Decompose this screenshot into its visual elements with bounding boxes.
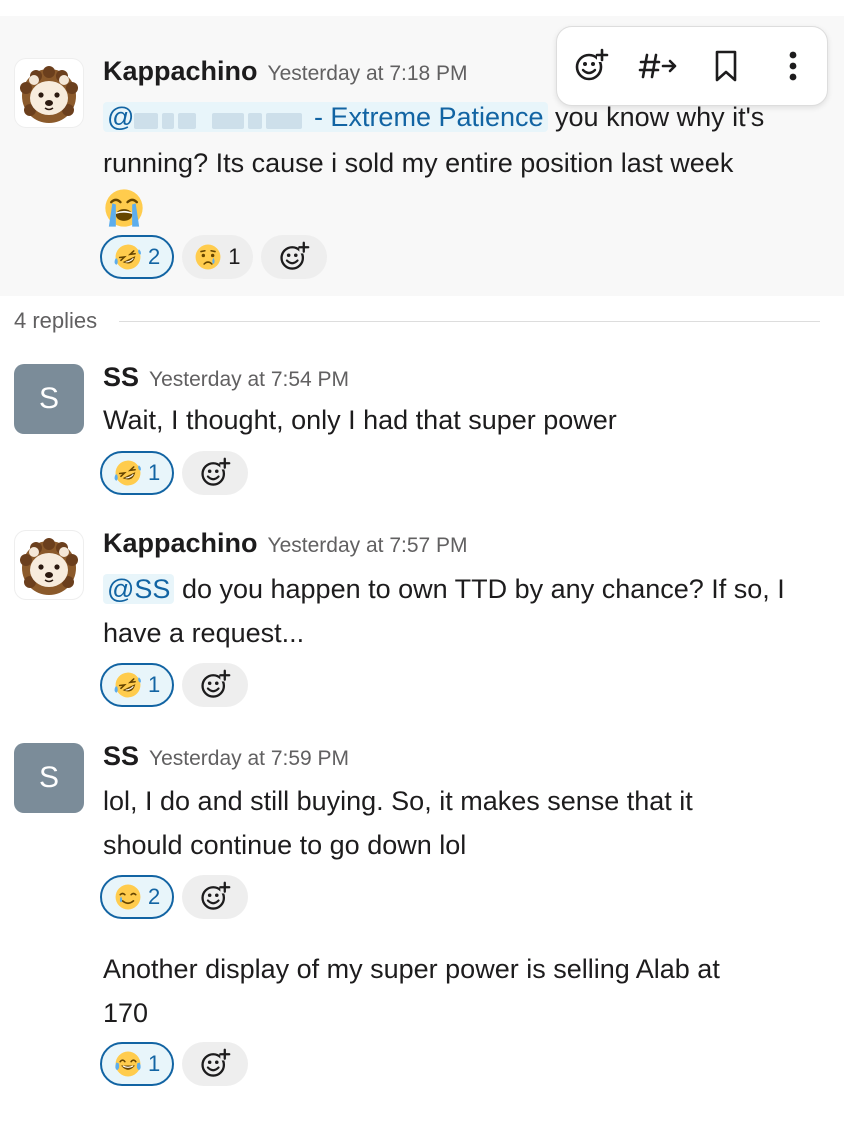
avatar-ss[interactable]: S [14, 364, 84, 434]
face-with-tears-of-joy-icon [114, 1050, 142, 1078]
user-mention[interactable]: @SS [103, 574, 175, 604]
user-mention[interactable]: @ - Extreme Patience [103, 102, 548, 132]
author-name[interactable]: SS [103, 362, 139, 392]
add-reaction-button[interactable] [569, 44, 613, 88]
reply-header: SS Yesterday at 7:59 PM [103, 741, 349, 772]
sob-emoji-icon [103, 187, 145, 229]
reply-in-thread-button[interactable] [636, 44, 680, 88]
add-reaction-button[interactable] [182, 1042, 249, 1086]
lion-avatar-icon [14, 58, 84, 128]
reaction-count: 2 [148, 244, 161, 269]
reaction-bar: 2 [100, 875, 249, 919]
rolling-on-floor-laughing-icon [114, 671, 142, 699]
reply-text: @SS do you happen to own TTD by any chan… [103, 567, 833, 655]
add-reaction-icon [199, 457, 231, 489]
avatar-letter: S [38, 761, 59, 794]
reply-in-thread-icon [638, 53, 677, 79]
text-line: have a request... [103, 618, 305, 648]
reaction-smiling-face-with-tear[interactable]: 2 [100, 875, 175, 919]
avatar-kappachino[interactable] [14, 58, 84, 128]
reply-header: SS Yesterday at 7:54 PM [103, 362, 349, 393]
parent-message-text: @ - Extreme Patience you know why it's r… [103, 95, 833, 229]
replies-divider: 4 replies [14, 308, 820, 334]
timestamp[interactable]: Yesterday at 7:57 PM [268, 534, 468, 557]
author-name[interactable]: Kappachino [103, 528, 258, 558]
timestamp[interactable]: Yesterday at 7:54 PM [149, 368, 349, 391]
crying-face-icon [194, 243, 222, 271]
message-actions-toolbar [556, 26, 828, 106]
reaction-count: 1 [148, 672, 161, 697]
save-for-later-button[interactable] [704, 44, 748, 88]
text-line: running? Its cause i sold my entire posi… [103, 147, 734, 178]
text-line: 170 [103, 998, 149, 1028]
mention-prefix: @ [107, 102, 135, 132]
reaction-count: 2 [148, 884, 161, 909]
reaction-bar: 1 [100, 663, 249, 707]
reaction-count: 1 [148, 1051, 161, 1076]
redacted-name [134, 97, 306, 141]
reaction-face-with-tears-of-joy[interactable]: 1 [100, 1042, 175, 1086]
timestamp[interactable]: Yesterday at 7:18 PM [268, 62, 468, 85]
timestamp[interactable]: Yesterday at 7:59 PM [149, 747, 349, 770]
text-line: Wait, I thought, only I had that super p… [103, 405, 617, 435]
add-reaction-icon [199, 1048, 231, 1080]
add-reaction-icon [199, 881, 231, 913]
add-reaction-button[interactable] [260, 235, 327, 279]
add-reaction-icon [575, 48, 609, 81]
text-line: lol, I do and still buying. So, it makes… [103, 786, 693, 816]
reaction-count: 1 [228, 244, 241, 269]
lion-avatar-icon [14, 530, 84, 600]
smiling-face-with-tear-icon [114, 883, 142, 911]
reaction-crying-face[interactable]: 1 [182, 235, 253, 279]
reply-text: lol, I do and still buying. So, it makes… [103, 779, 833, 867]
followup-message-text: Another display of my super power is sel… [103, 947, 833, 1035]
reaction-rolling-on-floor-laughing[interactable]: 1 [100, 451, 175, 495]
mention-suffix: - Extreme Patience [313, 102, 544, 132]
add-reaction-icon [278, 241, 310, 273]
reaction-bar: 1 [100, 1042, 249, 1086]
author-name[interactable]: Kappachino [103, 56, 258, 86]
reply-text: Wait, I thought, only I had that super p… [103, 398, 833, 442]
reaction-bar: 1 [100, 451, 249, 495]
reaction-rolling-on-floor-laughing[interactable]: 1 [100, 663, 175, 707]
avatar-ss[interactable]: S [14, 743, 84, 813]
parent-message-header: Kappachino Yesterday at 7:18 PM [103, 56, 468, 87]
replies-count: 4 replies [14, 308, 98, 333]
add-reaction-button[interactable] [182, 875, 249, 919]
text-line: you know why it's [547, 102, 765, 132]
text-line: Another display of my super power is sel… [103, 954, 720, 984]
reaction-count: 1 [148, 460, 161, 485]
more-actions-button[interactable] [771, 44, 815, 88]
reaction-rolling-on-floor-laughing[interactable]: 2 [100, 235, 175, 279]
text-line: do you happen to own TTD by any chance? … [174, 574, 785, 604]
rolling-on-floor-laughing-icon [114, 459, 142, 487]
avatar-kappachino[interactable] [14, 530, 84, 600]
rolling-on-floor-laughing-icon [114, 243, 142, 271]
more-actions-icon [789, 51, 797, 81]
reaction-bar: 2 1 [100, 235, 327, 279]
add-reaction-button[interactable] [182, 451, 249, 495]
add-reaction-button[interactable] [182, 663, 249, 707]
divider-line [119, 320, 820, 322]
add-reaction-icon [199, 669, 231, 701]
text-line: should continue to go down lol [103, 830, 467, 860]
bookmark-icon [715, 50, 737, 82]
emoji-line [103, 185, 833, 229]
reply-header: Kappachino Yesterday at 7:57 PM [103, 528, 468, 559]
author-name[interactable]: SS [103, 741, 139, 771]
avatar-letter: S [38, 382, 59, 415]
